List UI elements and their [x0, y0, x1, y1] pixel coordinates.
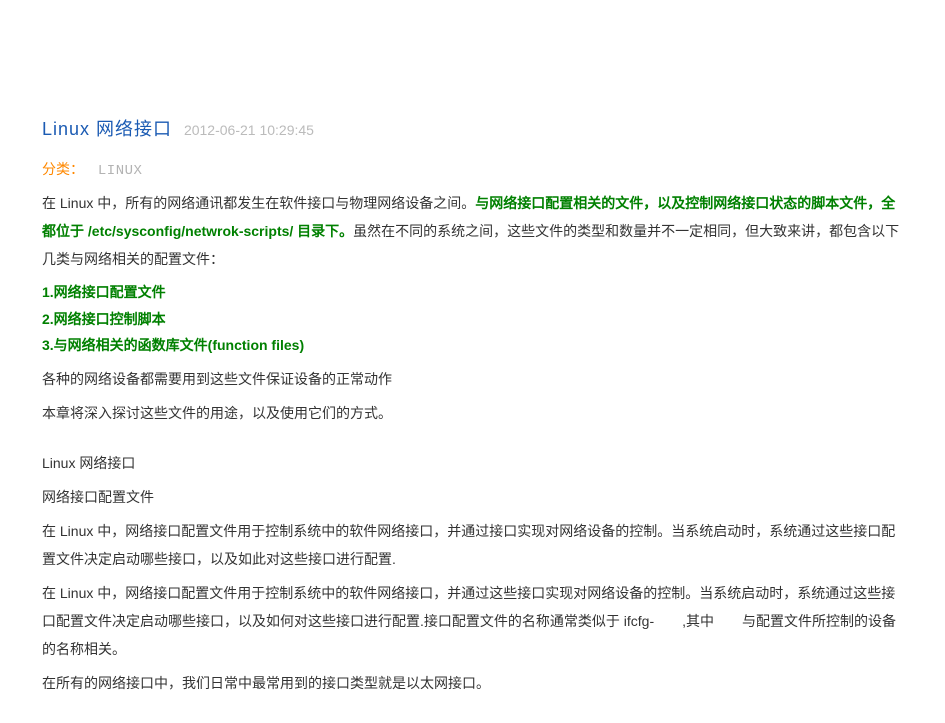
- paragraph-devices: 各种的网络设备都需要用到这些文件保证设备的正常动作: [42, 365, 903, 393]
- paragraph-config-1: 在 Linux 中，网络接口配置文件用于控制系统中的软件网络接口，并通过接口实现…: [42, 517, 903, 573]
- article-body: 在 Linux 中，所有的网络通讯都发生在软件接口与物理网络设备之间。与网络接口…: [42, 189, 903, 697]
- publish-timestamp: 2012-06-21 10:29:45: [184, 122, 314, 138]
- list-item-2: 2.网络接口控制脚本: [42, 306, 903, 333]
- header: Linux 网络接口 2012-06-21 10:29:45: [42, 115, 903, 141]
- category-label: 分类：: [42, 161, 84, 177]
- paragraph-chapter: 本章将深入探讨这些文件的用途，以及使用它们的方式。: [42, 399, 903, 427]
- intro-paragraph: 在 Linux 中，所有的网络通讯都发生在软件接口与物理网络设备之间。与网络接口…: [42, 189, 903, 273]
- category-row: 分类： LINUX: [42, 159, 903, 179]
- list-item-3: 3.与网络相关的函数库文件(function files): [42, 332, 903, 359]
- section-heading-config: 网络接口配置文件: [42, 483, 903, 511]
- page-title: Linux 网络接口: [42, 119, 172, 139]
- list-item-1: 1.网络接口配置文件: [42, 279, 903, 306]
- paragraph-config-2: 在 Linux 中，网络接口配置文件用于控制系统中的软件网络接口，并通过这些接口…: [42, 579, 903, 663]
- paragraph-ethernet: 在所有的网络接口中，我们日常中最常用到的接口类型就是以太网接口。: [42, 669, 903, 697]
- intro-prefix: 在 Linux 中，所有的网络通讯都发生在软件接口与物理网络设备之间。: [42, 195, 475, 211]
- category-value[interactable]: LINUX: [98, 163, 143, 179]
- section-heading-linux: Linux 网络接口: [42, 449, 903, 477]
- config-file-list: 1.网络接口配置文件 2.网络接口控制脚本 3.与网络相关的函数库文件(func…: [42, 279, 903, 359]
